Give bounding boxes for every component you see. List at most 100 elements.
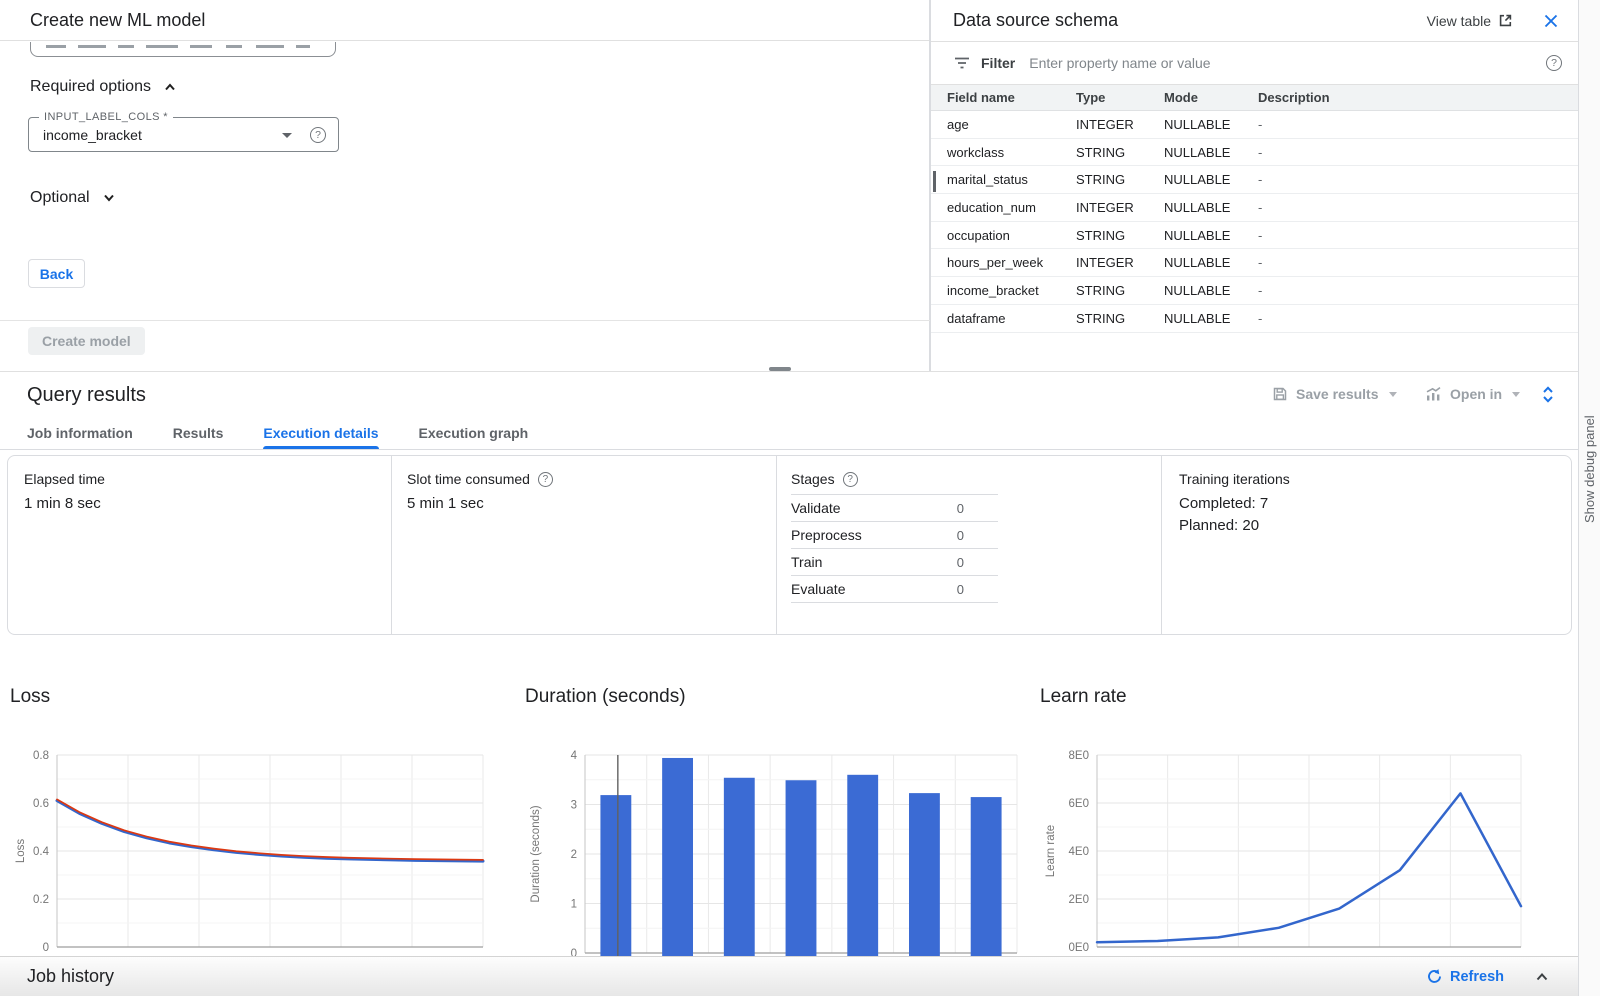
row-focus-indicator	[933, 171, 936, 192]
cell-field: dataframe	[947, 311, 1076, 326]
svg-text:1: 1	[571, 899, 577, 911]
unfold-icon[interactable]	[1541, 385, 1555, 404]
schema-filter-bar: Filter ?	[931, 42, 1578, 85]
show-debug-panel-tab[interactable]: Show debug panel	[1582, 415, 1597, 523]
duration-chart-title: Duration (seconds)	[525, 686, 686, 708]
external-link-icon	[1498, 13, 1513, 28]
stage-value: 0	[957, 555, 964, 570]
save-results-label: Save results	[1296, 386, 1379, 402]
metric-label: Elapsed time	[24, 471, 105, 487]
view-table-label: View table	[1427, 13, 1491, 29]
optional-options-toggle[interactable]: Optional	[30, 189, 116, 207]
bigquery-ml-screen: Create new ML model Required options INP…	[0, 0, 1600, 996]
svg-text:0.6: 0.6	[33, 798, 49, 810]
required-options-label: Required options	[30, 78, 151, 96]
tab-execution-graph[interactable]: Execution graph	[419, 417, 529, 449]
svg-text:8E0: 8E0	[1069, 750, 1089, 762]
svg-text:Loss: Loss	[15, 839, 27, 864]
stage-value: 0	[957, 528, 964, 543]
column-header: Type	[1076, 90, 1164, 105]
scrolled-input-field[interactable]	[30, 42, 338, 58]
view-table-link[interactable]: View table	[1427, 13, 1513, 29]
field-label: INPUT_LABEL_COLS *	[39, 111, 173, 123]
open-in-label: Open in	[1450, 386, 1502, 402]
filter-input[interactable]	[1029, 55, 1536, 71]
open-in-button[interactable]: Open in	[1425, 386, 1520, 402]
svg-text:0.2: 0.2	[33, 894, 49, 906]
data-source-schema-panel: Data source schema View table Filter ? F…	[930, 0, 1578, 371]
help-icon[interactable]: ?	[843, 472, 858, 487]
svg-text:Learn rate: Learn rate	[1045, 825, 1057, 877]
refresh-icon	[1426, 968, 1443, 985]
input-label-cols-select[interactable]: INPUT_LABEL_COLS * income_bracket ?	[28, 117, 339, 152]
save-results-button[interactable]: Save results	[1272, 386, 1397, 402]
close-icon[interactable]	[1543, 13, 1559, 29]
divider	[391, 456, 392, 634]
stage-row: Train0	[791, 549, 998, 576]
execution-details-card: Elapsed time 1 min 8 sec Slot time consu…	[7, 455, 1572, 635]
stage-value: 0	[957, 582, 964, 597]
cell-description: -	[1258, 172, 1578, 187]
job-history-title: Job history	[27, 966, 114, 987]
svg-text:2E0: 2E0	[1069, 894, 1089, 906]
divider	[0, 320, 930, 321]
cell-type: STRING	[1076, 283, 1164, 298]
panel-header: Create new ML model	[0, 0, 929, 41]
cell-description: -	[1258, 283, 1578, 298]
stage-row: Preprocess0	[791, 522, 998, 549]
cell-mode: NULLABLE	[1164, 255, 1258, 270]
cell-description: -	[1258, 255, 1578, 270]
table-row: education_numINTEGERNULLABLE-	[931, 194, 1578, 222]
column-header: Field name	[947, 90, 1076, 105]
schema-table-header: Field name Type Mode Description	[931, 85, 1578, 111]
cell-type: INTEGER	[1076, 200, 1164, 215]
refresh-button[interactable]: Refresh	[1426, 968, 1504, 985]
optional-label: Optional	[30, 189, 90, 207]
required-options-toggle[interactable]: Required options	[30, 78, 177, 96]
chevron-up-icon	[163, 80, 177, 94]
panel-resize-handle[interactable]	[769, 367, 791, 371]
cell-type: STRING	[1076, 311, 1164, 326]
stage-name: Evaluate	[791, 581, 845, 597]
stage-row: Validate0	[791, 495, 998, 522]
back-button[interactable]: Back	[28, 259, 85, 288]
loss-chart-title: Loss	[10, 686, 50, 708]
stages-rows: Validate0Preprocess0Train0Evaluate0	[791, 495, 998, 603]
stage-name: Validate	[791, 500, 841, 516]
cell-description: -	[1258, 228, 1578, 243]
cell-field: education_num	[947, 200, 1076, 215]
insights-icon	[1425, 386, 1442, 402]
create-model-button[interactable]: Create model	[28, 327, 145, 355]
schema-title: Data source schema	[953, 10, 1427, 31]
chevron-up-icon[interactable]	[1534, 969, 1550, 985]
help-icon[interactable]: ?	[538, 472, 553, 487]
job-history-bar: Job history Refresh	[0, 956, 1578, 996]
cell-mode: NULLABLE	[1164, 145, 1258, 160]
cell-field: workclass	[947, 145, 1076, 160]
query-results-tabs: Job information Results Execution details E…	[0, 417, 1578, 450]
cell-field: hours_per_week	[947, 255, 1076, 270]
cell-description: -	[1258, 311, 1578, 326]
filter-label: Filter	[981, 55, 1015, 71]
help-icon[interactable]: ?	[310, 127, 326, 143]
tab-job-information[interactable]: Job information	[27, 417, 133, 449]
tab-execution-details[interactable]: Execution details	[263, 417, 378, 449]
table-row: dataframeSTRINGNULLABLE-	[931, 305, 1578, 333]
caret-down-icon	[1389, 392, 1397, 397]
help-icon[interactable]: ?	[1546, 55, 1562, 71]
svg-text:4E0: 4E0	[1069, 846, 1089, 858]
metric-value: 5 min 1 sec	[407, 495, 553, 512]
duration-chart: 01234Duration (seconds)	[525, 730, 1030, 956]
stages-label: Stages	[791, 471, 835, 487]
field-value: income_bracket	[43, 127, 142, 143]
cell-description: -	[1258, 117, 1578, 132]
iterations-completed: Completed: 7	[1179, 495, 1290, 512]
cell-type: STRING	[1076, 228, 1164, 243]
tab-results[interactable]: Results	[173, 417, 224, 449]
cell-type: STRING	[1076, 172, 1164, 187]
cell-description: -	[1258, 145, 1578, 160]
learn-rate-chart-title: Learn rate	[1040, 686, 1127, 708]
loss-chart: 00.20.40.60.8Loss	[10, 730, 510, 956]
query-results-header: Query results Save results Open in	[0, 371, 1578, 417]
svg-text:0.4: 0.4	[33, 846, 50, 858]
